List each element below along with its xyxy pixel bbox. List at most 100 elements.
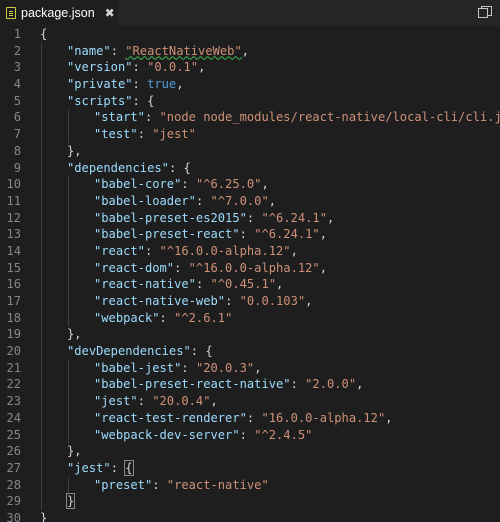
code-line[interactable]: 13 "babel-preset-react": "^6.24.1", — [0, 226, 500, 243]
line-number: 1 — [13, 27, 21, 41]
code-text: "name": "ReactNativeWeb", — [67, 43, 249, 60]
indent-guide — [68, 276, 69, 293]
punctuation: : — [137, 394, 153, 409]
json-key: "webpack" — [94, 310, 160, 325]
code-line[interactable]: 19}, — [0, 326, 500, 344]
punctuation: : { — [168, 160, 191, 175]
split-editor-icon[interactable] — [476, 4, 494, 22]
json-key: "babel-preset-react-native" — [94, 377, 291, 392]
code-line[interactable]: 28 "preset": "react-native" — [0, 476, 500, 494]
code-text: "babel-preset-react": "^6.24.1", — [94, 226, 327, 243]
code-line[interactable]: 11 "babel-loader": "^7.0.0", — [0, 192, 500, 210]
code-text: "babel-jest": "20.0.3", — [94, 360, 261, 377]
json-string: "2.0.0" — [305, 377, 357, 392]
code-line[interactable]: 8}, — [0, 142, 500, 160]
indent-guide — [68, 242, 69, 260]
code-line[interactable]: 3 "version": "0.0.1", — [0, 59, 500, 77]
punctuation: , — [305, 294, 313, 308]
json-string: "^6.25.0" — [195, 177, 262, 192]
punctuation: : — [144, 243, 160, 258]
code-line[interactable]: 27 "jest": { — [0, 459, 500, 477]
punctuation: , — [241, 43, 250, 58]
code-line[interactable]: 30} — [0, 510, 500, 522]
code-line[interactable]: 20 "devDependencies": { — [0, 343, 500, 360]
code-text: { — [40, 26, 47, 43]
indent-guide — [41, 476, 42, 494]
json-key: "start" — [94, 110, 145, 125]
punctuation: , — [276, 277, 284, 292]
code-editor[interactable]: 1{2 "name": "ReactNativeWeb", 3 "version": … — [0, 26, 500, 522]
code-line[interactable]: 17 "react-native-web": "0.0.103", — [0, 293, 500, 310]
code-line[interactable]: 9 "dependencies": { — [0, 159, 500, 177]
code-text: "jest": { — [67, 459, 134, 477]
code-line[interactable]: 26}, — [0, 443, 500, 460]
punctuation: : — [239, 427, 255, 442]
code-line[interactable]: 7 "test": "jest" — [0, 126, 500, 143]
code-line[interactable]: 25 "webpack-dev-server": "^2.4.5" — [0, 426, 500, 444]
json-file-icon — [6, 7, 16, 19]
code-line[interactable]: 5 "scripts": { — [0, 92, 500, 110]
indent-guide — [41, 493, 42, 510]
json-string: "node node_modules/react-native/local-cl… — [159, 110, 500, 125]
code-text: "start": "node node_modules/react-native… — [94, 109, 500, 126]
bracket-match: { — [124, 459, 134, 476]
code-line[interactable]: 1{ — [0, 26, 500, 43]
indent-guide — [41, 176, 42, 193]
indent-guide — [41, 276, 42, 293]
line-number: 17 — [6, 294, 21, 308]
json-key: "babel-preset-es2015" — [94, 210, 247, 225]
json-string: "^6.24.1" — [261, 210, 327, 225]
indent-guide — [41, 259, 42, 277]
json-key: "react-native" — [94, 277, 196, 292]
close-icon[interactable]: ✖ — [105, 6, 115, 20]
code-line[interactable]: 14 "react": "^16.0.0-alpha.12", — [0, 242, 500, 260]
code-line[interactable]: 15 "react-dom": "^16.0.0-alpha.12", — [0, 259, 500, 277]
code-line[interactable]: 16 "react-native": "^0.45.1", — [0, 276, 500, 293]
json-string: "16.0.0-alpha.12" — [261, 410, 386, 425]
punctuation: : — [110, 43, 126, 58]
punctuation: : — [181, 360, 196, 375]
json-key: "preset" — [94, 477, 153, 492]
indent-guide — [41, 343, 42, 360]
line-number: 22 — [6, 377, 21, 392]
indent-guide — [68, 126, 69, 143]
punctuation: }, — [67, 143, 82, 158]
json-string: "^16.0.0-alpha.12" — [188, 260, 320, 275]
json-key: "private" — [67, 77, 133, 92]
punctuation: { — [40, 27, 48, 41]
punctuation: } — [40, 510, 48, 522]
code-text: "react-native": "^0.45.1", — [94, 276, 283, 293]
code-line[interactable]: 12 "babel-preset-es2015": "^6.24.1", — [0, 209, 500, 227]
line-number: 6 — [13, 110, 21, 125]
line-number: 29 — [6, 494, 21, 509]
indent-guide — [41, 126, 42, 143]
code-line[interactable]: 24 "react-test-renderer": "16.0.0-alpha.1… — [0, 409, 500, 427]
json-key: "react" — [94, 243, 145, 258]
code-text: "jest": "20.0.4", — [94, 393, 218, 410]
punctuation: : — [195, 193, 211, 208]
code-line[interactable]: 4 "private": true, — [0, 76, 500, 93]
code-line[interactable]: 23 "jest": "20.0.4", — [0, 393, 500, 410]
code-line[interactable]: 6 "start": "node node_modules/react-nativ… — [0, 109, 500, 127]
line-number: 25 — [6, 427, 21, 442]
code-text: "babel-core": "^6.25.0", — [94, 176, 269, 193]
tab-bar: package.json ✖ — [0, 0, 500, 26]
code-line[interactable]: 2 "name": "ReactNativeWeb", — [0, 42, 500, 60]
code-text: "private": true, — [67, 76, 184, 93]
punctuation: : { — [132, 93, 155, 108]
indent-guide — [68, 209, 69, 227]
code-line[interactable]: 10 "babel-core": "^6.25.0", — [0, 176, 500, 193]
punctuation: : — [239, 227, 255, 242]
line-number: 12 — [6, 210, 21, 225]
line-number: 30 — [6, 510, 21, 522]
code-line[interactable]: 21 "babel-jest": "20.0.3", — [0, 359, 500, 377]
json-key: "babel-loader" — [94, 193, 196, 208]
code-line[interactable]: 18 "webpack": "^2.6.1" — [0, 309, 500, 327]
tab-package-json[interactable]: package.json ✖ — [0, 0, 118, 26]
punctuation: , — [385, 410, 393, 425]
json-key: "devDependencies" — [67, 344, 191, 359]
json-string: "^2.6.1" — [174, 310, 233, 325]
json-string: "^16.0.0-alpha.12" — [159, 243, 291, 258]
code-line[interactable]: 22 "babel-preset-react-native": "2.0.0", — [0, 376, 500, 394]
code-line[interactable]: 29} — [0, 493, 500, 510]
